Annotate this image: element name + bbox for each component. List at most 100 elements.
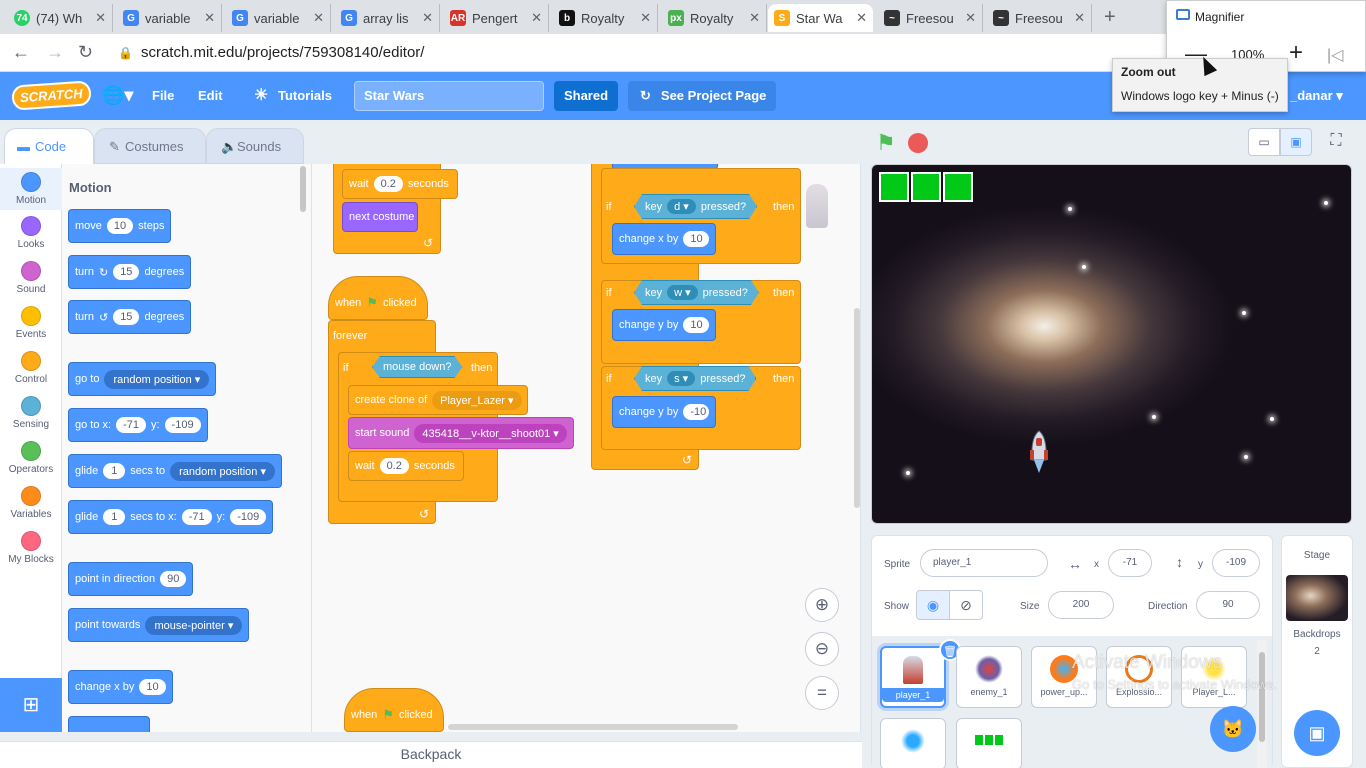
tab-costumes[interactable]: ✎ Costumes <box>94 128 206 164</box>
wait-block[interactable]: wait 0.2 seconds <box>342 169 458 199</box>
browser-tab[interactable]: 74 (74) Wh ✕ <box>8 4 113 32</box>
glide-to-block[interactable]: glide 1 secs to random position ▾ <box>68 454 282 488</box>
tab-code[interactable]: ▬ Code <box>4 128 94 164</box>
add-extension-button[interactable]: ⊞ <box>0 678 62 732</box>
fullscreen-icon[interactable]: ⛶ <box>1320 128 1352 156</box>
browser-tab[interactable]: AR Pengert ✕ <box>444 4 549 32</box>
close-tab-icon[interactable]: ✕ <box>965 10 976 26</box>
change-x-block-script[interactable]: change x by 10 <box>612 223 716 255</box>
close-tab-icon[interactable]: ✕ <box>531 10 542 26</box>
stop-icon[interactable] <box>908 133 928 153</box>
browser-tab[interactable]: b Royalty ✕ <box>553 4 658 32</box>
url-field[interactable]: 🔒 scratch.mit.edu/projects/759308140/edit… <box>118 44 424 61</box>
close-tab-icon[interactable]: ✕ <box>95 10 106 26</box>
file-menu[interactable]: File <box>152 88 174 103</box>
category-control[interactable]: Control <box>0 351 62 385</box>
globe-icon[interactable]: 🌐▾ <box>102 85 133 106</box>
tab-sounds[interactable]: 🔈 Sounds <box>206 128 304 164</box>
sprite-thumb[interactable]: power_up... <box>1031 646 1097 708</box>
zoom-reset-button[interactable]: = <box>805 676 839 710</box>
see-project-page-button[interactable]: ↻ See Project Page <box>628 81 776 111</box>
set-x-block[interactable] <box>68 716 150 732</box>
glide-xy-block[interactable]: glide 1 secs to x: -71 y: -109 <box>68 500 274 534</box>
close-tab-icon[interactable]: ✕ <box>856 10 867 26</box>
category-sound[interactable]: Sound <box>0 261 62 295</box>
start-sound-block[interactable]: start sound 435418__v-ktor__shoot01 ▾ <box>348 417 574 449</box>
turn-left-block[interactable]: turn ↺ 15 degrees <box>68 300 192 334</box>
change-y-block-2[interactable]: change y by -10 <box>612 396 716 428</box>
sprite-thumb[interactable] <box>880 718 946 768</box>
scratch-logo[interactable]: SCRATCH <box>11 80 92 111</box>
key-w-condition[interactable]: key w ▾ pressed? <box>634 280 759 305</box>
page-scrollbar-thumb[interactable] <box>1259 652 1265 742</box>
when-flag-clicked-hat-2[interactable]: when ⚑ clicked <box>344 688 444 732</box>
add-backdrop-button[interactable]: ▣ <box>1294 710 1340 756</box>
category-motion[interactable]: Motion <box>0 168 62 210</box>
normal-stage-icon[interactable]: ▣ <box>1280 128 1312 156</box>
browser-tab[interactable]: px Royalty ✕ <box>662 4 767 32</box>
browser-tab[interactable]: Gvariable ✕ <box>226 4 331 32</box>
x-input[interactable]: -71 <box>1108 549 1152 577</box>
sprite-thumb[interactable]: Explossio... <box>1106 646 1172 708</box>
browser-tab-active[interactable]: S Star Wa ✕ <box>768 4 873 32</box>
zoom-out-button-code[interactable]: ⊖ <box>805 632 839 666</box>
direction-input[interactable]: 90 <box>1196 591 1260 619</box>
reload-icon[interactable]: ↻ <box>78 42 93 63</box>
wait-block-2[interactable]: wait 0.2 seconds <box>348 451 464 481</box>
turn-right-block[interactable]: turn ↻ 15 degrees <box>68 255 192 289</box>
close-tab-icon[interactable]: ✕ <box>640 10 651 26</box>
move-steps-block[interactable]: move 10 steps <box>68 209 172 243</box>
project-title-input[interactable]: Star Wars <box>354 81 544 111</box>
zoom-in-button[interactable]: + <box>1289 39 1303 67</box>
new-tab-icon[interactable]: + <box>1104 6 1116 29</box>
tutorials-menu[interactable]: Tutorials <box>278 88 332 103</box>
key-d-condition[interactable]: key d ▾ pressed? <box>634 194 757 219</box>
username-menu[interactable]: _danar ▾ <box>1290 88 1343 104</box>
point-towards-block[interactable]: point towards mouse-pointer ▾ <box>68 608 250 642</box>
change-x-block[interactable]: change x by 10 <box>68 670 173 704</box>
forward-icon[interactable]: → <box>46 42 64 63</box>
create-clone-block[interactable]: create clone of Player_Lazer ▾ <box>348 385 528 415</box>
player-ship-sprite[interactable] <box>1028 430 1050 474</box>
close-tab-icon[interactable]: ✕ <box>1074 10 1085 26</box>
browser-tab[interactable]: Garray lis ✕ <box>335 4 440 32</box>
key-s-condition[interactable]: key s ▾ pressed? <box>634 366 756 391</box>
zoom-in-button-code[interactable]: ⊕ <box>805 588 839 622</box>
backpack[interactable]: Backpack <box>0 741 862 768</box>
show-visible-icon[interactable]: ◉ <box>916 590 950 620</box>
hide-eye-icon[interactable]: ⊘ <box>949 590 983 620</box>
when-flag-clicked-hat[interactable]: when ⚑ clicked <box>328 276 428 320</box>
size-input[interactable]: 200 <box>1048 591 1114 619</box>
close-tab-icon[interactable]: ✕ <box>313 10 324 26</box>
stage-selector[interactable]: Stage Backdrops 2 ▣ <box>1281 535 1353 768</box>
script-area[interactable]: wait 0.2 seconds next costume ↺ when ⚑ click… <box>312 164 861 732</box>
category-my-blocks[interactable]: My Blocks <box>0 531 62 565</box>
sprite-thumb[interactable]: enemy_1 <box>956 646 1022 708</box>
green-flag-icon[interactable]: ⚑ <box>876 130 896 156</box>
add-sprite-button[interactable]: 🐱 <box>1210 706 1256 752</box>
stage-canvas[interactable] <box>871 164 1352 524</box>
back-icon[interactable]: ← <box>12 42 30 63</box>
category-sensing[interactable]: Sensing <box>0 396 62 430</box>
go-to-block[interactable]: go to random position ▾ <box>68 362 217 396</box>
small-stage-icon[interactable]: ▭ <box>1248 128 1280 156</box>
code-horizontal-scrollbar[interactable] <box>448 724 738 730</box>
category-looks[interactable]: Looks <box>0 216 62 250</box>
browser-tab[interactable]: Gvariable ✕ <box>117 4 222 32</box>
edit-menu[interactable]: Edit <box>198 88 223 103</box>
next-costume-block[interactable]: next costume <box>342 202 418 232</box>
close-tab-icon[interactable]: ✕ <box>204 10 215 26</box>
magnifier-view-icon[interactable]: |◁ <box>1327 45 1343 65</box>
point-direction-block[interactable]: point in direction 90 <box>68 562 194 596</box>
page-scrollbar[interactable] <box>1257 640 1267 768</box>
close-tab-icon[interactable]: ✕ <box>749 10 760 26</box>
category-events[interactable]: Events <box>0 306 62 340</box>
shared-button[interactable]: Shared <box>554 81 618 111</box>
browser-tab[interactable]: ~ Freesou ✕ <box>878 4 983 32</box>
close-tab-icon[interactable]: ✕ <box>422 10 433 26</box>
y-input[interactable]: -109 <box>1212 549 1260 577</box>
category-operators[interactable]: Operators <box>0 441 62 475</box>
go-to-xy-block[interactable]: go to x: -71 y: -109 <box>68 408 208 442</box>
browser-tab[interactable]: ~ Freesou ✕ <box>987 4 1092 32</box>
code-vertical-scrollbar[interactable] <box>854 308 860 508</box>
